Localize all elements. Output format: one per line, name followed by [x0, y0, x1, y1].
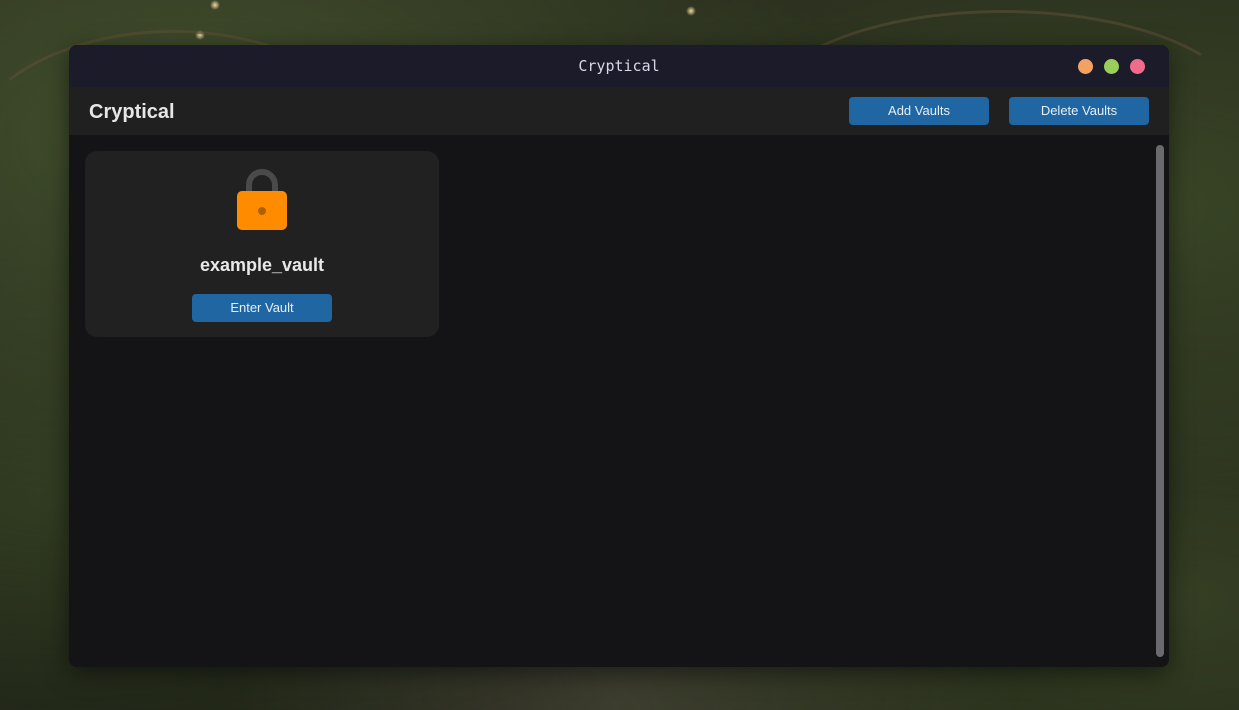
- background-light: [210, 0, 220, 10]
- lock-shackle: [246, 169, 278, 193]
- vault-list: example_vault Enter Vault: [69, 135, 1169, 667]
- app-window: Cryptical Cryptical Add Vaults Delete Va…: [69, 45, 1169, 667]
- scrollbar[interactable]: [1156, 145, 1164, 657]
- add-vaults-button[interactable]: Add Vaults: [849, 97, 989, 125]
- lock-icon: [237, 169, 287, 230]
- background-light: [686, 6, 696, 16]
- vault-card: example_vault Enter Vault: [85, 151, 439, 337]
- lock-keyhole: [258, 207, 266, 215]
- app-title: Cryptical: [89, 101, 175, 123]
- delete-vaults-button[interactable]: Delete Vaults: [1009, 97, 1149, 125]
- maximize-button[interactable]: [1104, 59, 1119, 74]
- app-header: Cryptical Add Vaults Delete Vaults: [69, 87, 1169, 135]
- title-bar[interactable]: Cryptical: [69, 45, 1169, 87]
- window-title: Cryptical: [578, 57, 660, 75]
- vault-name: example_vault: [199, 255, 325, 275]
- minimize-button[interactable]: [1078, 59, 1093, 74]
- close-button[interactable]: [1130, 59, 1145, 74]
- enter-vault-button[interactable]: Enter Vault: [192, 294, 332, 322]
